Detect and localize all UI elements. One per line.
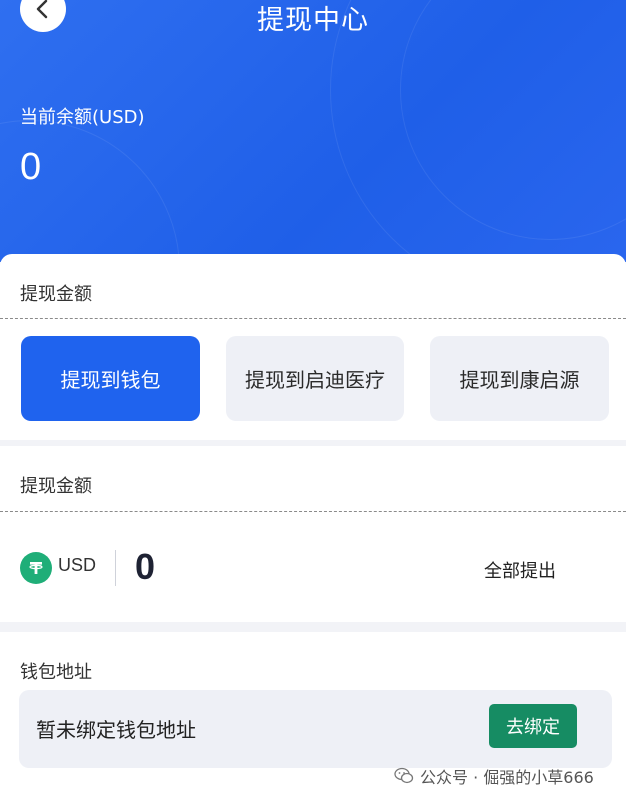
header: 提现中心 当前余额(USD) 0 bbox=[0, 0, 626, 262]
balance-value: 0 bbox=[20, 146, 42, 188]
vertical-divider bbox=[115, 550, 116, 586]
currency-label: USD bbox=[58, 555, 97, 575]
usdt-coin-icon bbox=[20, 552, 52, 584]
watermark: 公众号 · 倔强的小草666 bbox=[394, 764, 594, 788]
wechat-icon bbox=[394, 767, 414, 784]
option-withdraw-to-kangqiyuan[interactable]: 提现到康启源 bbox=[430, 336, 609, 421]
page-title: 提现中心 bbox=[257, 5, 369, 36]
balance-label: 当前余额(USD) bbox=[20, 107, 145, 128]
watermark-text: 公众号 · 倔强的小草666 bbox=[420, 768, 594, 787]
option-withdraw-to-qidi-medical[interactable]: 提现到启迪医疗 bbox=[226, 336, 404, 421]
divider bbox=[0, 318, 626, 319]
wallet-address-box: 暂未绑定钱包地址 去绑定 bbox=[19, 690, 612, 768]
option-withdraw-to-wallet[interactable]: 提现到钱包 bbox=[21, 336, 200, 421]
withdraw-target-card: 提现金额 提现到钱包 提现到启迪医疗 提现到康启源 bbox=[0, 254, 626, 440]
wallet-status-text: 暂未绑定钱包地址 bbox=[36, 718, 196, 742]
amount-input[interactable] bbox=[135, 544, 335, 590]
amount-label: 提现金额 bbox=[20, 476, 92, 497]
amount-card: 提现金额 USD 全部提出 bbox=[0, 446, 626, 622]
divider bbox=[0, 511, 626, 512]
withdraw-target-label: 提现金额 bbox=[20, 284, 92, 305]
wallet-address-label: 钱包地址 bbox=[20, 662, 92, 683]
withdraw-all-button[interactable]: 全部提出 bbox=[484, 557, 556, 583]
bind-wallet-button[interactable]: 去绑定 bbox=[489, 704, 577, 748]
header-decoration bbox=[0, 120, 180, 262]
